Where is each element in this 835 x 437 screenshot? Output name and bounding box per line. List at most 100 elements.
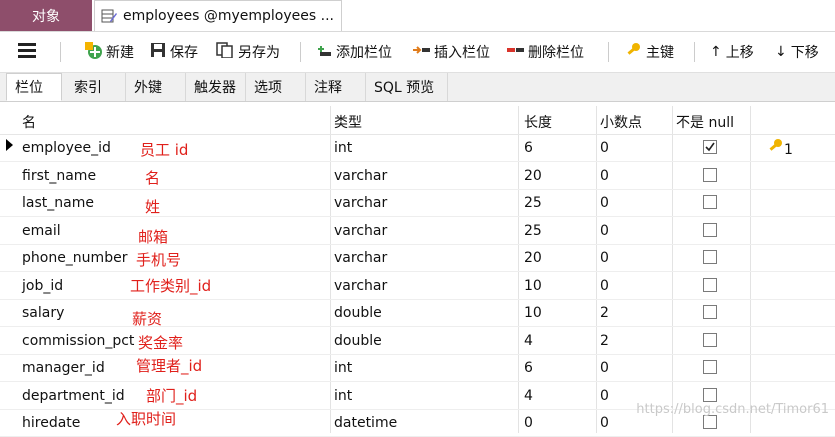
field-decimals-cell[interactable]: 0 bbox=[600, 278, 609, 294]
not-null-checkbox[interactable] bbox=[703, 332, 717, 347]
field-name-cell[interactable]: job_id bbox=[22, 278, 63, 294]
field-name-cell[interactable]: department_id bbox=[22, 388, 125, 404]
field-length-cell[interactable]: 4 bbox=[524, 388, 533, 404]
field-length-cell[interactable]: 10 bbox=[524, 278, 542, 294]
field-type-cell[interactable]: int bbox=[334, 140, 352, 156]
field-name-cell[interactable]: phone_number bbox=[22, 250, 127, 266]
delete-field-icon bbox=[506, 42, 524, 62]
not-null-checkbox[interactable] bbox=[703, 195, 717, 209]
field-type-cell[interactable]: int bbox=[334, 360, 352, 376]
table-design-icon bbox=[101, 8, 117, 24]
field-type-cell[interactable]: datetime bbox=[334, 415, 397, 431]
tab-comments[interactable]: 注释 bbox=[306, 73, 366, 101]
field-length-cell[interactable]: 0 bbox=[524, 415, 533, 431]
field-length-cell[interactable]: 25 bbox=[524, 195, 542, 211]
tab-sql-preview[interactable]: SQL 预览 bbox=[366, 73, 448, 101]
field-length-cell[interactable]: 20 bbox=[524, 168, 542, 184]
field-decimals-cell[interactable]: 0 bbox=[600, 415, 609, 431]
key-icon bbox=[769, 139, 782, 151]
watermark: https://blog.csdn.net/Timor61 bbox=[636, 402, 829, 417]
field-length-cell[interactable]: 10 bbox=[524, 305, 542, 321]
arrow-up-icon: ↑ bbox=[710, 44, 722, 60]
field-decimals-cell[interactable]: 0 bbox=[600, 168, 609, 184]
field-decimals-cell[interactable]: 0 bbox=[600, 223, 609, 239]
tab-foreign-keys[interactable]: 外键 bbox=[126, 73, 186, 101]
field-decimals-cell[interactable]: 0 bbox=[600, 360, 609, 376]
field-decimals-cell[interactable]: 0 bbox=[600, 140, 609, 156]
field-type-cell[interactable]: double bbox=[334, 333, 382, 349]
save-as-button[interactable]: 另存为 bbox=[216, 40, 280, 64]
table-row[interactable]: phone_number varchar 20 0 手机号 bbox=[0, 244, 835, 272]
field-name-cell[interactable]: salary bbox=[22, 305, 64, 321]
key-order: 1 bbox=[784, 142, 793, 158]
tab-triggers[interactable]: 触发器 bbox=[186, 73, 246, 101]
not-null-checkbox[interactable] bbox=[703, 387, 717, 402]
field-decimals-cell[interactable]: 2 bbox=[600, 333, 609, 349]
field-name-cell[interactable]: employee_id bbox=[22, 140, 111, 156]
field-type-cell[interactable]: varchar bbox=[334, 250, 387, 266]
not-null-checkbox[interactable] bbox=[703, 360, 717, 374]
field-type-cell[interactable]: double bbox=[334, 305, 382, 321]
field-name-cell[interactable]: email bbox=[22, 223, 61, 239]
field-length-cell[interactable]: 4 bbox=[524, 333, 533, 349]
tab-indexes[interactable]: 索引 bbox=[66, 73, 126, 101]
header-length[interactable]: 长度 bbox=[524, 112, 552, 132]
not-null-checkbox[interactable] bbox=[703, 305, 717, 319]
header-name[interactable]: 名 bbox=[22, 112, 36, 132]
add-field-button[interactable]: 添加栏位 bbox=[316, 40, 392, 64]
delete-field-button[interactable]: 删除栏位 bbox=[506, 40, 584, 64]
field-name-cell[interactable]: manager_id bbox=[22, 360, 105, 376]
tab-employees-design[interactable]: employees @myemployees ... bbox=[94, 0, 342, 31]
save-icon bbox=[150, 42, 166, 62]
field-name-cell[interactable]: commission_pct bbox=[22, 333, 134, 349]
tab-objects[interactable]: 对象 bbox=[0, 0, 92, 31]
field-decimals-cell[interactable]: 0 bbox=[600, 388, 609, 404]
field-length-cell[interactable]: 6 bbox=[524, 140, 533, 156]
field-length-cell[interactable]: 20 bbox=[524, 250, 542, 266]
field-decimals-cell[interactable]: 0 bbox=[600, 195, 609, 211]
field-decimals-cell[interactable]: 0 bbox=[600, 250, 609, 266]
field-type-cell[interactable]: varchar bbox=[334, 168, 387, 184]
insert-field-button[interactable]: 插入栏位 bbox=[412, 40, 490, 64]
field-annotation: 奖金率 bbox=[138, 333, 184, 352]
table-row[interactable]: manager_id int 6 0 管理者_id bbox=[0, 354, 835, 382]
not-null-checkbox[interactable] bbox=[703, 167, 717, 182]
field-type-cell[interactable]: int bbox=[334, 388, 352, 404]
table-row[interactable]: last_name varchar 25 0 姓 bbox=[0, 189, 835, 217]
not-null-checkbox[interactable] bbox=[703, 277, 717, 292]
table-row[interactable]: salary double 10 2 薪资 bbox=[0, 299, 835, 328]
tab-fields[interactable]: 栏位 bbox=[6, 73, 62, 101]
not-null-checkbox[interactable] bbox=[703, 250, 717, 264]
header-decimals[interactable]: 小数点 bbox=[600, 112, 642, 132]
table-row[interactable]: commission_pct double 4 2 奖金率 bbox=[0, 327, 835, 355]
toolbar-separator bbox=[694, 42, 695, 62]
field-decimals-cell[interactable]: 2 bbox=[600, 305, 609, 321]
tab-options[interactable]: 选项 bbox=[246, 73, 306, 101]
table-row[interactable]: email varchar 25 0 邮箱 bbox=[0, 217, 835, 246]
field-type-cell[interactable]: varchar bbox=[334, 195, 387, 211]
add-field-icon bbox=[316, 42, 332, 62]
field-length-cell[interactable]: 6 bbox=[524, 360, 533, 376]
menu-button[interactable] bbox=[18, 40, 36, 64]
table-row[interactable]: job_id varchar 10 0 工作类别_id bbox=[0, 272, 835, 300]
move-down-button[interactable]: ↓ 下移 bbox=[775, 40, 819, 64]
not-null-checkbox[interactable] bbox=[703, 140, 717, 154]
not-null-checkbox[interactable] bbox=[703, 222, 717, 237]
field-name-cell[interactable]: first_name bbox=[22, 168, 96, 184]
field-name-cell[interactable]: hiredate bbox=[22, 415, 80, 431]
primary-key-button[interactable]: 主键 bbox=[624, 40, 674, 64]
new-button[interactable]: 新建 bbox=[84, 40, 134, 64]
field-name-cell[interactable]: last_name bbox=[22, 195, 94, 211]
window-tab-bar: 对象 employees @myemployees ... bbox=[0, 0, 835, 32]
field-type-cell[interactable]: varchar bbox=[334, 223, 387, 239]
save-button[interactable]: 保存 bbox=[150, 40, 198, 64]
not-null-checkbox[interactable] bbox=[703, 415, 717, 429]
header-type[interactable]: 类型 bbox=[334, 112, 362, 132]
current-row-indicator-icon bbox=[6, 139, 13, 155]
table-row[interactable]: employee_id int 6 0 1 员工 id bbox=[0, 134, 835, 162]
header-not-null[interactable]: 不是 null bbox=[676, 112, 734, 132]
field-length-cell[interactable]: 25 bbox=[524, 223, 542, 239]
move-up-button[interactable]: ↑ 上移 bbox=[710, 40, 754, 64]
field-type-cell[interactable]: varchar bbox=[334, 278, 387, 294]
table-row[interactable]: first_name varchar 20 0 名 bbox=[0, 162, 835, 190]
